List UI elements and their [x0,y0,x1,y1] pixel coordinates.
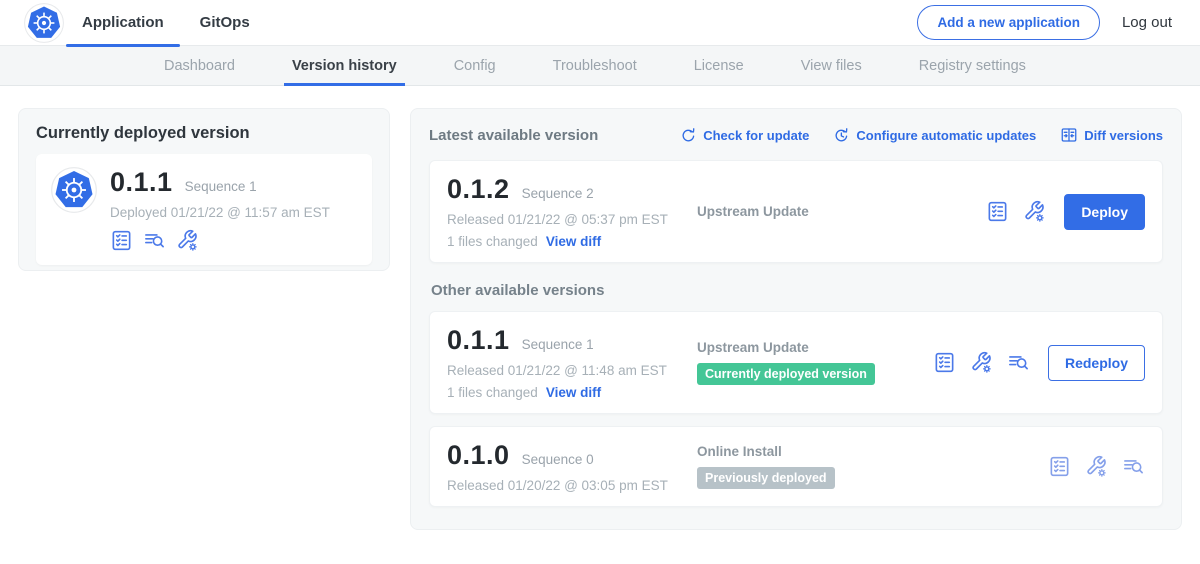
version-source-label: Upstream Update [697,204,809,219]
view-diff-link[interactable]: View diff [546,234,601,249]
logout-button[interactable]: Log out [1122,14,1172,31]
version-number: 0.1.2 [447,174,510,205]
view-diff-link[interactable]: View diff [546,385,601,400]
add-application-button[interactable]: Add a new application [917,5,1100,40]
currently-deployed-badge: Currently deployed version [697,363,875,385]
file-search-icon[interactable] [1007,351,1030,374]
deployed-sequence-label: Sequence 1 [185,179,257,194]
subtab-dashboard[interactable]: Dashboard [164,46,235,86]
released-timestamp: Released 01/21/22 @ 11:48 am EST [447,363,697,378]
app-logo-icon [51,167,97,213]
currently-deployed-panel: Currently deployed version 0.1.1 Sequenc… [18,108,390,271]
sequence-label: Sequence 1 [522,337,594,352]
version-number: 0.1.1 [447,325,510,356]
checklist-icon[interactable] [1048,455,1071,478]
previously-deployed-badge: Previously deployed [697,467,835,489]
latest-available-title: Latest available version [429,127,598,144]
checklist-icon[interactable] [933,351,956,374]
checklist-icon[interactable] [986,200,1009,223]
redeploy-button[interactable]: Redeploy [1048,345,1145,381]
subtab-version-history[interactable]: Version history [292,46,397,86]
file-search-icon[interactable] [143,229,166,252]
deployed-version-number: 0.1.1 [110,167,173,198]
wrench-gear-icon[interactable] [1023,200,1046,223]
app-sub-nav: Dashboard Version history Config Trouble… [0,46,1200,86]
other-versions-title: Other available versions [431,282,1163,299]
deployed-timestamp: Deployed 01/21/22 @ 11:57 am EST [110,205,330,220]
checklist-icon[interactable] [110,229,133,252]
top-nav: Application GitOps Add a new application… [0,0,1200,46]
version-number: 0.1.0 [447,440,510,471]
version-card-0-1-0: 0.1.0 Sequence 0 Released 01/20/22 @ 03:… [429,426,1163,507]
version-card-0-1-2: 0.1.2 Sequence 2 Released 01/21/22 @ 05:… [429,160,1163,263]
diff-versions-link[interactable]: Diff versions [1060,126,1163,144]
subtab-license[interactable]: License [694,46,744,86]
released-timestamp: Released 01/20/22 @ 03:05 pm EST [447,478,697,493]
files-changed-label: 1 files changed [447,385,538,400]
schedule-icon [833,127,850,144]
diff-versions-label: Diff versions [1084,128,1163,143]
deploy-button[interactable]: Deploy [1064,194,1145,230]
refresh-icon [680,127,697,144]
available-versions-panel: Latest available version Check for updat… [410,108,1182,530]
wrench-gear-icon[interactable] [1085,455,1108,478]
configure-automatic-updates-link[interactable]: Configure automatic updates [833,126,1036,144]
deployed-version-card: 0.1.1 Sequence 1 Deployed 01/21/22 @ 11:… [36,154,372,265]
diff-icon [1060,126,1078,144]
subtab-view-files[interactable]: View files [801,46,862,86]
sequence-label: Sequence 0 [522,452,594,467]
subtab-troubleshoot[interactable]: Troubleshoot [553,46,637,86]
released-timestamp: Released 01/21/22 @ 05:37 pm EST [447,212,697,227]
version-source-label: Upstream Update [697,340,809,355]
deployed-panel-title: Currently deployed version [36,124,372,143]
check-for-update-link[interactable]: Check for update [680,126,809,144]
wrench-gear-icon[interactable] [176,229,199,252]
file-search-icon[interactable] [1122,455,1145,478]
tab-gitops[interactable]: GitOps [182,0,268,46]
version-source-label: Online Install [697,444,782,459]
check-for-update-label: Check for update [703,128,809,143]
wrench-gear-icon[interactable] [970,351,993,374]
sequence-label: Sequence 2 [522,186,594,201]
subtab-config[interactable]: Config [454,46,496,86]
tab-application[interactable]: Application [64,0,182,46]
subtab-registry-settings[interactable]: Registry settings [919,46,1026,86]
kubernetes-logo-icon [24,3,64,43]
configure-automatic-updates-label: Configure automatic updates [856,128,1036,143]
files-changed-label: 1 files changed [447,234,538,249]
version-card-0-1-1: 0.1.1 Sequence 1 Released 01/21/22 @ 11:… [429,311,1163,414]
